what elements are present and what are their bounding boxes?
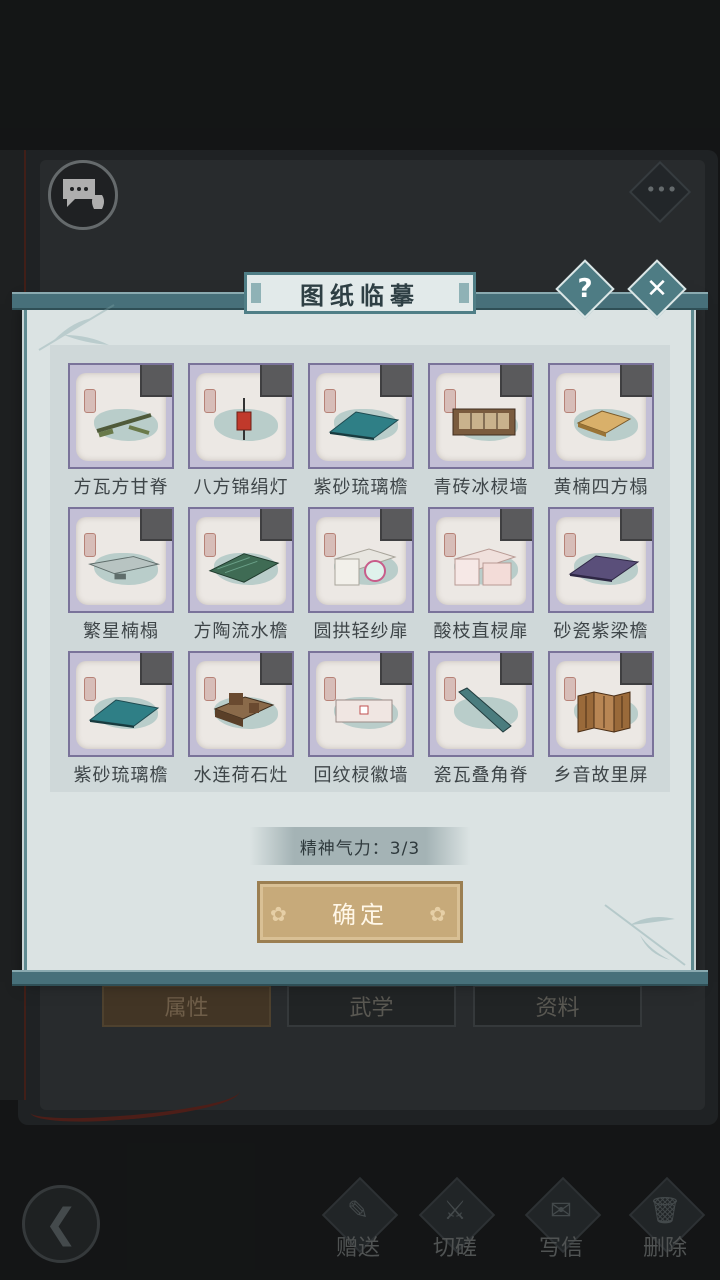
blueprint-item[interactable]: 紫砂琉璃檐 (308, 363, 414, 503)
blueprint-item-name: 方陶流水檐 (193, 621, 289, 642)
selection-checkbox[interactable] (260, 509, 292, 541)
confirm-button[interactable]: ✿ 确定 ✿ (257, 881, 463, 943)
blueprint-item-name: 乡音故里屏 (553, 765, 649, 786)
blueprint-card (308, 651, 414, 757)
blueprint-item[interactable]: 紫砂琉璃檐 (68, 651, 174, 791)
blueprint-item-name: 青砖冰棂墙 (433, 477, 529, 498)
selection-checkbox[interactable] (620, 509, 652, 541)
blueprint-item[interactable]: 瓷瓦叠角脊 (428, 651, 534, 791)
blueprint-item-name: 八方锦绢灯 (193, 477, 289, 498)
blueprint-item[interactable]: 乡音故里屏 (548, 651, 654, 791)
platform-tan-model-icon (566, 393, 642, 453)
arch-white-model-icon (326, 537, 402, 597)
blueprint-card (548, 507, 654, 613)
selection-checkbox[interactable] (620, 365, 652, 397)
dialog-title: 图纸临摹 (300, 281, 420, 310)
bamboo-decoration-icon (604, 904, 686, 966)
blueprint-item-name: 紫砂琉璃檐 (73, 765, 169, 786)
blueprint-card (308, 507, 414, 613)
sticks-model-icon (86, 393, 162, 453)
blueprint-item[interactable]: 圆拱轻纱扉 (308, 507, 414, 647)
blueprint-card (188, 507, 294, 613)
blueprint-item[interactable]: 方瓦方甘脊 (68, 363, 174, 503)
confirm-label: 确定 (332, 900, 388, 929)
close-icon: ✕ (646, 274, 668, 304)
screen-brown-model-icon (566, 681, 642, 741)
dialog-bottom-frame (12, 970, 708, 986)
question-icon: ? (577, 274, 593, 304)
selection-checkbox[interactable] (260, 653, 292, 685)
roof-green-model-icon (206, 537, 282, 597)
roof-teal-model-icon (326, 393, 402, 453)
blueprint-item[interactable]: 繁星楠榻 (68, 507, 174, 647)
blueprint-card (428, 363, 534, 469)
blueprint-item[interactable]: 水连荷石灶 (188, 651, 294, 791)
selection-checkbox[interactable] (140, 509, 172, 541)
stamina-indicator: 精神气力：3/3 (250, 827, 470, 865)
blueprint-item[interactable]: 酸枝直棂扉 (428, 507, 534, 647)
selection-checkbox[interactable] (140, 653, 172, 685)
blueprint-card (188, 363, 294, 469)
beam-teal-model-icon (446, 681, 522, 741)
blueprint-card (68, 363, 174, 469)
lantern-model-icon (206, 393, 282, 453)
selection-checkbox[interactable] (380, 509, 412, 541)
blueprint-card (188, 651, 294, 757)
blueprint-card (428, 507, 534, 613)
blueprint-item[interactable]: 回纹棂徽墙 (308, 651, 414, 791)
blueprint-item-name: 繁星楠榻 (83, 621, 159, 642)
blueprint-item[interactable]: 八方锦绢灯 (188, 363, 294, 503)
blueprint-item-name: 黄楠四方榻 (553, 477, 649, 498)
blueprint-item-name: 瓷瓦叠角脊 (433, 765, 529, 786)
blueprint-card (548, 363, 654, 469)
blueprint-item[interactable]: 方陶流水檐 (188, 507, 294, 647)
blueprint-item-name: 方瓦方甘脊 (73, 477, 169, 498)
selection-checkbox[interactable] (620, 653, 652, 685)
selection-checkbox[interactable] (500, 653, 532, 685)
panel-pink-model-icon (326, 681, 402, 741)
stamina-label: 精神气力：3/3 (299, 838, 421, 859)
blueprint-card (428, 651, 534, 757)
blueprint-item[interactable]: 砂瓷紫梁檐 (548, 507, 654, 647)
blueprint-card (308, 363, 414, 469)
selection-checkbox[interactable] (380, 365, 412, 397)
flower-icon: ✿ (270, 902, 291, 926)
blueprint-card (68, 507, 174, 613)
blueprint-item-name: 紫砂琉璃檐 (313, 477, 409, 498)
stove-brown-model-icon (206, 681, 282, 741)
selection-checkbox[interactable] (260, 365, 292, 397)
blueprint-card (68, 651, 174, 757)
room-pink-model-icon (446, 537, 522, 597)
roof-teal-model-icon (86, 681, 162, 741)
selection-checkbox[interactable] (140, 365, 172, 397)
selection-checkbox[interactable] (380, 653, 412, 685)
blueprint-card (548, 651, 654, 757)
blueprint-item-name: 回纹棂徽墙 (313, 765, 409, 786)
selection-checkbox[interactable] (500, 365, 532, 397)
blueprint-item-name: 圆拱轻纱扉 (313, 621, 409, 642)
flower-icon: ✿ (429, 902, 450, 926)
blueprint-item[interactable]: 黄楠四方榻 (548, 363, 654, 503)
blueprint-grid[interactable]: 方瓦方甘脊 八方锦绢灯 紫砂琉璃檐 青砖冰棂墙 黄楠四方榻 繁星楠榻 方陶流水檐 圆拱轻纱扉酸… (50, 345, 670, 792)
platform-grey-model-icon (86, 537, 162, 597)
dialog-title-plate: 图纸临摹 (244, 272, 476, 314)
blueprint-item-name: 水连荷石灶 (193, 765, 289, 786)
blueprint-item-name: 砂瓷紫梁檐 (553, 621, 649, 642)
selection-checkbox[interactable] (500, 509, 532, 541)
blueprint-item[interactable]: 青砖冰棂墙 (428, 363, 534, 503)
roof-purple-model-icon (566, 537, 642, 597)
blueprint-item-name: 酸枝直棂扉 (433, 621, 529, 642)
wall-brown-model-icon (446, 393, 522, 453)
